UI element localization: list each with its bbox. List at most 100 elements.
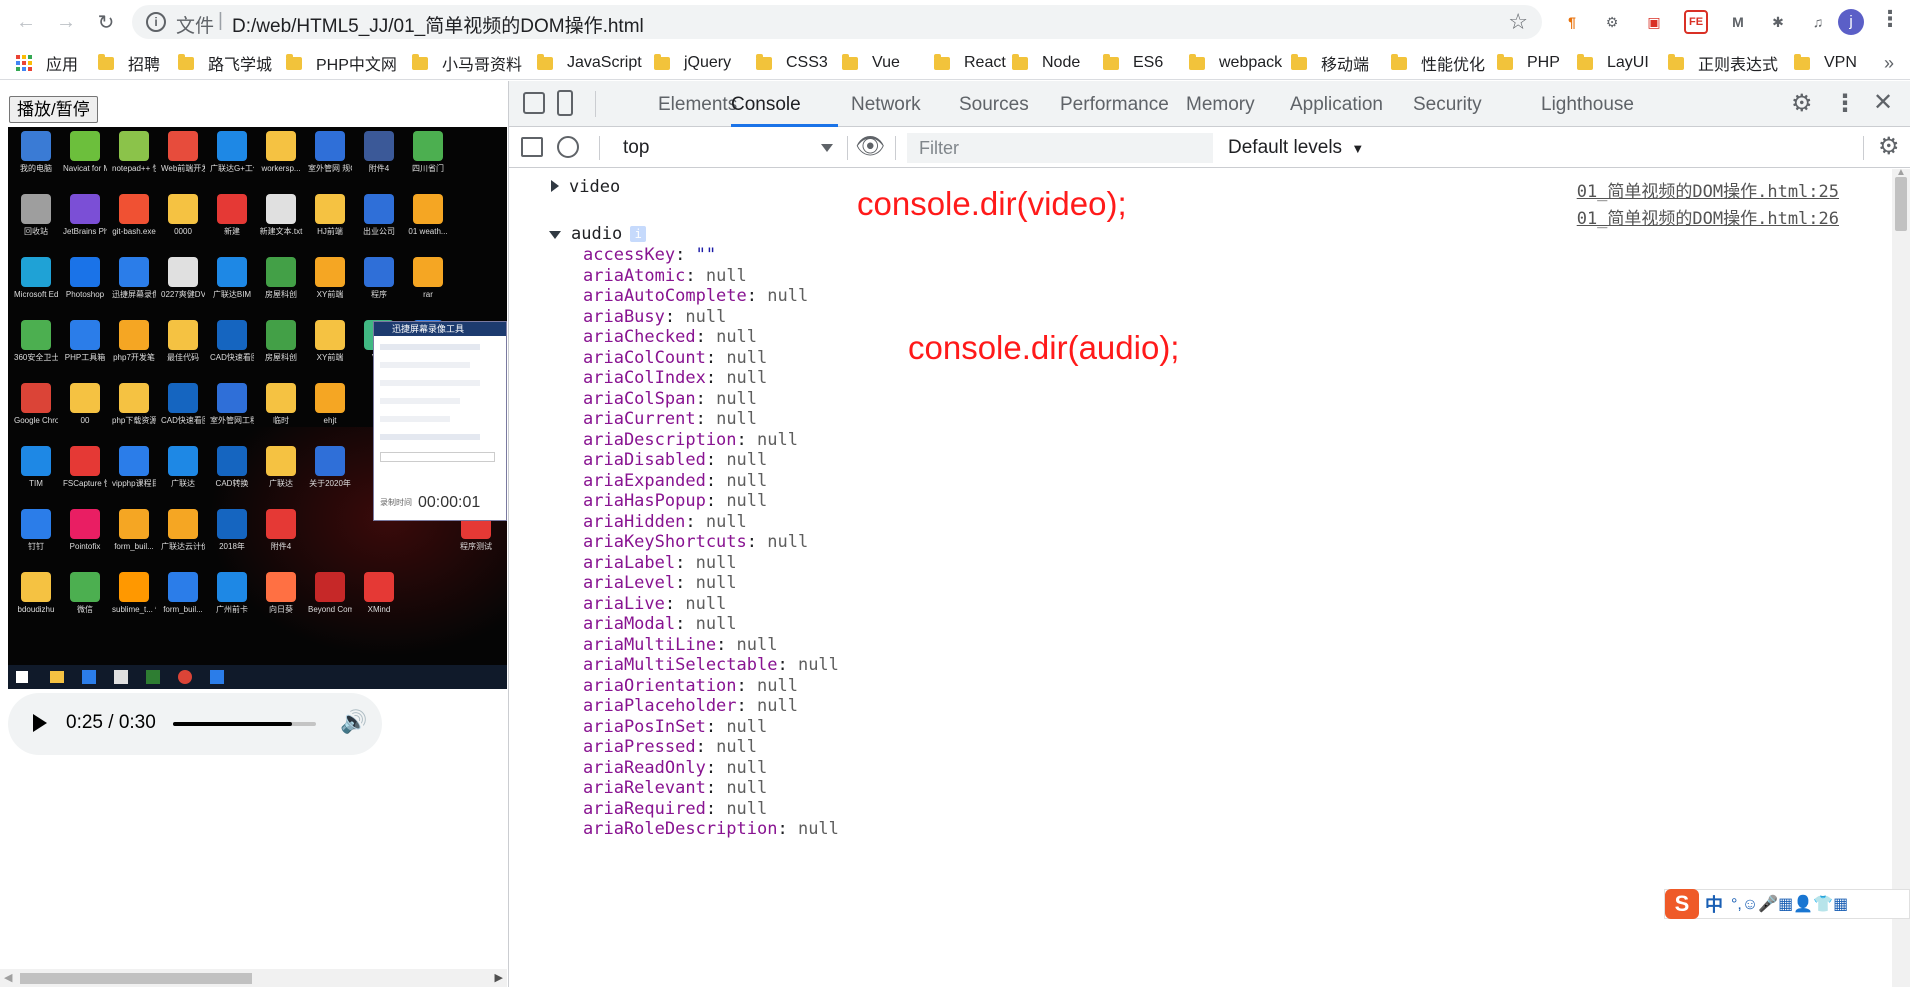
property-value: null — [726, 450, 768, 470]
devtools-tab-console[interactable]: Console — [731, 94, 801, 116]
info-badge-icon[interactable]: i — [630, 226, 647, 242]
devtools-menu-icon[interactable]: ⋮ — [1833, 89, 1857, 118]
devtools-settings-icon[interactable]: ⚙ — [1791, 89, 1813, 118]
bookmark-item[interactable]: VPN — [1794, 52, 1857, 74]
console-settings-icon[interactable]: ⚙ — [1878, 132, 1900, 161]
bookmarks-overflow[interactable]: » — [1884, 52, 1894, 74]
console-vertical-scrollbar[interactable]: ▲ — [1892, 167, 1910, 987]
recorder-taskbar-icon — [210, 670, 224, 684]
audio-play-icon[interactable] — [33, 714, 47, 732]
source-link-25[interactable]: 01_简单视频的DOM操作.html:25 — [1577, 177, 1839, 202]
bookmark-item[interactable]: 路飞学城 — [178, 52, 272, 74]
scrollbar-thumb[interactable] — [20, 973, 252, 984]
devtools-tab-application[interactable]: Application — [1290, 94, 1383, 116]
devtools-tab-sources[interactable]: Sources — [959, 94, 1029, 116]
collapse-triangle-icon[interactable] — [549, 231, 561, 239]
bookmark-item[interactable]: CSS3 — [756, 52, 828, 74]
desktop-icon-label: 0000 — [174, 227, 192, 236]
folder-icon — [1794, 53, 1810, 70]
bookmark-item[interactable]: JavaScript — [537, 52, 642, 74]
tab-extension-icon[interactable]: ▣ — [1642, 10, 1666, 34]
scrollbar-thumb[interactable] — [1895, 177, 1907, 231]
bookmark-label: PHP — [1527, 54, 1560, 71]
live-expression-eye-icon[interactable]: 👁 — [855, 132, 885, 161]
scroll-left-icon[interactable]: ◀ — [4, 971, 12, 984]
devtools-tabbar: Elements Console Network Sources Performance… — [509, 81, 1910, 127]
audio-progress-slider[interactable] — [173, 722, 316, 726]
horizontal-scrollbar[interactable]: ◀ ▶ — [0, 969, 507, 987]
devtools-tab-lighthouse[interactable]: Lighthouse — [1541, 94, 1634, 116]
inspect-element-icon[interactable] — [523, 92, 545, 114]
log-levels-dropdown[interactable]: Default levels ▼ — [1228, 137, 1364, 159]
source-link-26[interactable]: 01_简单视频的DOM操作.html:26 — [1577, 204, 1839, 229]
property-key: ariaOrientation — [583, 675, 737, 696]
property-colon: : — [695, 327, 717, 347]
bookmark-item[interactable]: 移动端 — [1291, 52, 1369, 74]
property-key: ariaRoleDescription — [583, 819, 778, 839]
bookmark-item[interactable]: webpack — [1189, 52, 1282, 74]
video-player[interactable]: 我的电脑 Navicat for MySQL notepad++ 快捷方式 Web前端… — [8, 127, 507, 689]
desktop-icon-label: Google Chrome — [14, 416, 58, 425]
scroll-right-icon[interactable]: ▶ — [495, 971, 503, 984]
desktop-icon: 新建 — [210, 194, 254, 254]
bookmark-item[interactable]: PHP — [1497, 52, 1560, 74]
desktop-icon-label: 回收站 — [24, 227, 48, 236]
property-value: null — [726, 368, 768, 388]
site-info-icon[interactable]: i — [146, 12, 166, 32]
console-property-row[interactable]: ariaRoleDescription: null — [583, 819, 839, 844]
fe-extension-icon[interactable]: FE — [1684, 10, 1708, 34]
folder-icon — [1012, 53, 1028, 70]
bookmark-item[interactable]: ES6 — [1103, 52, 1163, 74]
devtools-tab-security[interactable]: Security — [1413, 94, 1482, 116]
bookmark-apps[interactable]: 应用 — [16, 52, 78, 74]
desktop-icon-label: 迅捷屏幕录像工具 — [112, 290, 156, 299]
ime-language[interactable]: 中 — [1705, 891, 1723, 917]
bookmark-item[interactable]: 正则表达式 — [1668, 52, 1778, 74]
reload-icon[interactable]: ↻ — [92, 8, 120, 36]
bookmark-item[interactable]: 招聘 — [98, 52, 160, 74]
url-text[interactable]: D:/web/HTML5_JJ/01_简单视频的DOM操作.html — [232, 11, 644, 38]
sidebar-toggle-icon[interactable] — [521, 137, 543, 157]
device-toolbar-icon[interactable] — [557, 90, 573, 116]
address-bar[interactable]: i 文件 | D:/web/HTML5_JJ/01_简单视频的DOM操作.htm… — [132, 5, 1542, 39]
desktop-icon: Pointofix — [63, 509, 107, 569]
devtools-tab-memory[interactable]: Memory — [1186, 94, 1255, 116]
scheme-label: 文件 — [176, 16, 215, 37]
console-filter-input[interactable]: Filter — [907, 133, 1213, 163]
bookmark-item[interactable]: PHP中文网 — [286, 52, 397, 74]
property-colon: : — [777, 655, 798, 675]
puzzle-extension-icon[interactable]: ✱ — [1766, 10, 1790, 34]
clear-console-icon[interactable] — [557, 136, 579, 158]
m-extension-icon[interactable]: M — [1726, 10, 1750, 34]
bookmark-star-icon[interactable]: ☆ — [1508, 9, 1528, 35]
bookmark-item[interactable]: Vue — [842, 52, 900, 74]
devtools-tab-performance[interactable]: Performance — [1060, 94, 1169, 116]
bookmark-item[interactable]: jQuery — [654, 52, 731, 74]
volume-icon[interactable]: 🔊 — [340, 709, 367, 735]
property-colon: : — [695, 737, 717, 757]
devtools-tab-elements[interactable]: Elements — [658, 94, 737, 116]
bookmark-item[interactable]: LayUI — [1577, 52, 1649, 74]
back-icon[interactable]: ← — [12, 8, 40, 36]
devtools-tab-network[interactable]: Network — [851, 94, 921, 116]
expand-triangle-icon[interactable] — [551, 180, 559, 192]
bookmark-item[interactable]: 小马哥资料 — [412, 52, 522, 74]
context-selector[interactable]: top — [623, 137, 833, 159]
desktop-icon-label: form_buil... — [114, 542, 154, 551]
ime-tools-icons[interactable]: °,☺🎤▦👤👕▦ — [1731, 894, 1848, 914]
browser-menu-icon[interactable]: ⋮ — [1876, 6, 1904, 36]
play-pause-button[interactable]: 播放/暂停 — [9, 96, 98, 123]
devtools-close-icon[interactable]: ✕ — [1873, 88, 1893, 117]
console-entry-video[interactable]: video — [551, 177, 620, 202]
bookmark-item[interactable]: Node — [1012, 52, 1080, 74]
media-extension-icon[interactable]: ♫ — [1806, 10, 1830, 34]
bookmark-item[interactable]: 性能优化 — [1391, 52, 1485, 74]
bookmark-item[interactable]: React — [934, 52, 1006, 74]
desktop-icon: 01 weath... — [406, 194, 450, 254]
profile-avatar[interactable]: j — [1838, 9, 1864, 35]
forward-icon[interactable]: → — [52, 8, 80, 36]
pilcrow-extension-icon[interactable]: ¶ — [1560, 10, 1584, 34]
bookmark-label: LayUI — [1607, 54, 1649, 71]
sogou-logo-icon[interactable]: S — [1665, 889, 1699, 919]
gear-extension-icon[interactable]: ⚙ — [1600, 10, 1624, 34]
